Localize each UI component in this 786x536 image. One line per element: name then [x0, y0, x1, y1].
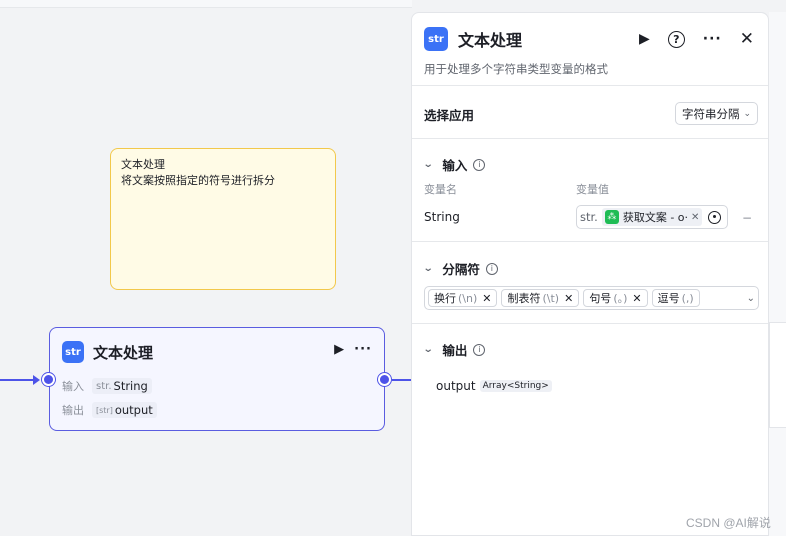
more-icon[interactable]: ··· — [354, 342, 372, 357]
incoming-edge-arrow — [33, 375, 40, 385]
node-input-label: 输入 — [62, 380, 84, 393]
node-input-value: String — [113, 379, 148, 393]
chevron-down-icon: ⌄ — [422, 263, 434, 274]
node-input-prefix: str. — [96, 380, 112, 392]
chip-label: 制表符 — [507, 292, 541, 305]
panel-title: 文本处理 — [458, 31, 523, 50]
node-input-tag: str. String — [92, 378, 152, 394]
panel-app-icon: str — [424, 27, 448, 51]
right-edge-card — [769, 322, 786, 428]
node-output-port[interactable] — [378, 373, 391, 386]
node-header: str 文本处理 — [62, 340, 153, 364]
chip-label: 逗号 — [657, 292, 680, 305]
divider — [412, 85, 768, 86]
chevron-down-icon: ⌄ — [422, 344, 434, 355]
select-app-dropdown[interactable]: 字符串分隔 ⌄ — [674, 102, 758, 125]
separator-chip-comma[interactable]: 逗号 (,) — [651, 289, 700, 307]
col-variable-name: 变量名 — [424, 183, 457, 196]
output-variable-name: output — [436, 379, 476, 393]
chevron-down-icon: ⌄ — [743, 108, 751, 119]
node-output-row: 输出 [str] output — [62, 402, 157, 418]
col-variable-value: 变量值 — [576, 183, 609, 196]
output-variable-type: Array<String> — [479, 380, 552, 392]
divider — [412, 138, 768, 139]
help-icon[interactable]: ? — [667, 30, 685, 48]
input-section-header[interactable]: ⌄ 输入 i — [422, 155, 486, 174]
node-output-tag: [str] output — [92, 402, 157, 418]
info-icon[interactable]: i — [473, 343, 486, 356]
watermark: CSDN @AI解说 — [686, 516, 771, 530]
close-icon[interactable]: ✕ — [740, 29, 754, 49]
input-variable-name: String — [424, 210, 460, 224]
input-variable-prefix: str. — [580, 210, 598, 224]
node-actions: ▶ ··· — [334, 342, 372, 357]
remove-reference-icon[interactable]: ✕ — [691, 212, 699, 223]
note-body: 将文案按照指定的符号进行拆分 — [121, 174, 275, 187]
chip-label: 换行 — [434, 292, 456, 305]
divider — [412, 323, 768, 324]
text-app-icon: str — [62, 341, 84, 363]
remove-variable-button[interactable]: − — [742, 211, 752, 225]
select-app-value: 字符串分隔 — [681, 106, 740, 121]
output-section-title: 输出 — [442, 343, 468, 358]
chevron-down-icon[interactable]: ⌄ — [747, 293, 755, 304]
node-output-label: 输出 — [62, 404, 84, 417]
divider — [412, 241, 768, 242]
play-icon[interactable]: ▶ — [639, 31, 650, 47]
close-icon[interactable]: ✕ — [632, 292, 641, 305]
play-icon[interactable]: ▶ — [334, 342, 344, 357]
node-output-prefix: [str] — [96, 405, 113, 415]
right-edge-area — [769, 12, 786, 536]
chevron-down-icon: ⌄ — [422, 159, 434, 170]
more-icon[interactable]: ··· — [703, 31, 722, 47]
reference-label: 获取文案 - o· — [622, 211, 689, 224]
separator-section-title: 分隔符 — [442, 262, 480, 277]
panel-header: str 文本处理 — [424, 27, 522, 51]
separator-select[interactable]: 换行 (\n) ✕ 制表符 (\t) ✕ 句号 (。) ✕ 逗号 (,) ⌄ — [424, 286, 759, 310]
incoming-edge — [0, 379, 34, 381]
separator-chip-newline[interactable]: 换行 (\n) ✕ — [428, 289, 498, 307]
separator-section-header[interactable]: ⌄ 分隔符 i — [422, 259, 498, 278]
note-title: 文本处理 — [121, 158, 165, 171]
info-icon[interactable]: i — [485, 262, 498, 275]
canvas-top-strip — [0, 0, 412, 8]
node-input-port[interactable] — [42, 373, 55, 386]
panel-description: 用于处理多个字符串类型变量的格式 — [424, 62, 608, 76]
info-icon[interactable]: i — [473, 158, 486, 171]
chip-label: 句号 — [589, 292, 612, 305]
outgoing-edge — [392, 379, 411, 381]
chip-sub: (,) — [681, 291, 694, 305]
separator-chip-period[interactable]: 句号 (。) ✕ — [583, 289, 648, 307]
node-output-value: output — [114, 403, 153, 417]
workflow-node-icon: ⁂ — [604, 210, 619, 224]
separator-chip-tab[interactable]: 制表符 (\t) ✕ — [501, 289, 580, 307]
select-app-label: 选择应用 — [424, 108, 475, 123]
close-icon[interactable]: ✕ — [564, 292, 573, 305]
input-variable-value-field[interactable]: str. ⁂ 获取文案 - o· ✕ — [576, 205, 728, 229]
node-input-row: 输入 str. String — [62, 378, 152, 394]
output-variable-row: output Array<String> — [436, 379, 552, 393]
reference-tag[interactable]: ⁂ 获取文案 - o· ✕ — [601, 208, 703, 226]
chip-sub: (。) — [613, 292, 628, 305]
input-section-title: 输入 — [442, 158, 468, 173]
target-icon[interactable] — [708, 210, 722, 224]
node-config-panel: str 文本处理 ▶ ? ··· ✕ 用于处理多个字符串类型变量的格式 选择应用… — [411, 12, 769, 536]
chip-sub: (\t) — [542, 291, 560, 305]
output-section-header[interactable]: ⌄ 输出 i — [422, 340, 486, 359]
close-icon[interactable]: ✕ — [482, 292, 491, 305]
panel-actions: ▶ ? ··· ✕ — [639, 29, 754, 49]
chip-sub: (\n) — [458, 291, 478, 305]
sticky-note[interactable]: 文本处理 将文案按照指定的符号进行拆分 — [110, 148, 336, 290]
text-process-node[interactable]: str 文本处理 ▶ ··· 输入 str. String 输出 [str] o… — [49, 327, 385, 431]
node-title: 文本处理 — [93, 343, 154, 362]
